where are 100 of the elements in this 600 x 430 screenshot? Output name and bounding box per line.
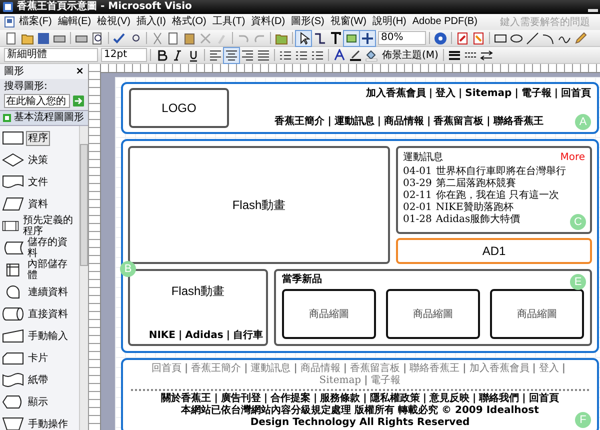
help-search-field[interactable]: 鍵入需要解答的問題 bbox=[500, 16, 596, 28]
nav-link[interactable]: 運動訊息 bbox=[334, 116, 374, 128]
news-item[interactable]: Adidas服飾大特價 bbox=[436, 214, 520, 226]
category-link[interactable]: NIKE bbox=[148, 330, 176, 342]
shape-label[interactable]: 顯示 bbox=[26, 394, 50, 410]
news-item[interactable]: 第二屆落跑杯競賽 bbox=[436, 178, 516, 190]
scrollbar-thumb[interactable] bbox=[80, 144, 88, 266]
minimize-button[interactable] bbox=[588, 8, 598, 12]
header-link[interactable]: 電子報 bbox=[521, 88, 552, 100]
document-icon[interactable] bbox=[4, 16, 16, 28]
help-icon[interactable] bbox=[433, 30, 448, 46]
line-tool-icon[interactable] bbox=[525, 30, 540, 46]
menu-item[interactable]: 資料(D) bbox=[248, 15, 288, 29]
news-item[interactable]: 世界杯自行車即將在台灣舉行 bbox=[436, 166, 566, 178]
footer-link[interactable]: 香蕉王簡介 bbox=[191, 363, 242, 375]
theme-button[interactable]: 佈景主題(M) bbox=[380, 48, 440, 62]
line-color-icon[interactable] bbox=[348, 48, 363, 62]
shape-label[interactable]: 內部儲存體 bbox=[26, 257, 79, 283]
footer-link[interactable]: 聯絡我們 bbox=[479, 393, 520, 405]
nav-link[interactable]: 商品情報 bbox=[384, 116, 424, 128]
justify-icon[interactable] bbox=[256, 48, 271, 62]
diamond-shape-icon[interactable] bbox=[2, 153, 24, 167]
align-center-icon[interactable] bbox=[224, 48, 239, 62]
pointer-tool-icon[interactable] bbox=[296, 30, 311, 46]
display-shape-icon[interactable] bbox=[2, 395, 24, 409]
header-link[interactable]: 回首頁 bbox=[561, 88, 591, 100]
footer-link[interactable]: Sitemap bbox=[319, 375, 362, 387]
pan-zoom-icon[interactable] bbox=[360, 30, 375, 46]
cylinder-shape-icon[interactable] bbox=[2, 307, 24, 321]
menu-item[interactable]: 插入(I) bbox=[133, 15, 169, 29]
font-color-icon[interactable] bbox=[332, 48, 347, 62]
stored-data-icon[interactable] bbox=[2, 241, 24, 255]
pdf-icon[interactable] bbox=[471, 30, 486, 46]
shape-label[interactable]: 直接資料 bbox=[26, 306, 70, 322]
shape-label[interactable]: 資料 bbox=[26, 196, 50, 212]
header-link[interactable]: 登入 bbox=[436, 88, 456, 100]
footer-link[interactable]: 回首頁 bbox=[528, 393, 559, 405]
shape-label[interactable]: 手動操作 bbox=[26, 416, 70, 430]
footer-link[interactable]: 運動訊息 bbox=[250, 363, 291, 375]
document-shape-icon[interactable] bbox=[2, 175, 24, 189]
header-link[interactable]: Sitemap bbox=[465, 88, 512, 100]
save-icon[interactable] bbox=[36, 30, 51, 46]
connector-tool-icon[interactable] bbox=[312, 30, 327, 46]
fill-tool-icon[interactable] bbox=[344, 30, 359, 46]
menu-item[interactable]: 格式(O) bbox=[168, 15, 210, 29]
footer-link[interactable]: 聯絡香蕉王 bbox=[410, 363, 460, 375]
header-link[interactable]: 加入香蕉會員 bbox=[366, 88, 426, 100]
footer-link[interactable]: 廣告刊登 bbox=[220, 393, 261, 405]
footer-link[interactable]: 加入香蕉會員 bbox=[469, 363, 530, 375]
more-link[interactable]: More bbox=[560, 151, 585, 164]
category-link[interactable]: 自行車 bbox=[233, 330, 263, 342]
spelling-icon[interactable] bbox=[112, 30, 127, 46]
text-tool-icon[interactable] bbox=[328, 30, 343, 46]
category-link[interactable]: Adidas bbox=[185, 330, 224, 342]
parallelogram-shape-icon[interactable] bbox=[2, 197, 24, 211]
footer-link[interactable]: 回首頁 bbox=[151, 363, 182, 375]
card-shape-icon[interactable] bbox=[2, 351, 24, 365]
menu-item[interactable]: 編輯(E) bbox=[54, 15, 94, 29]
process-shape-icon[interactable] bbox=[2, 131, 24, 145]
footer-link[interactable]: 電子報 bbox=[370, 375, 401, 387]
footer-link[interactable]: 商品情報 bbox=[300, 363, 340, 375]
footer-link[interactable]: 登入 bbox=[538, 363, 559, 375]
align-left-icon[interactable] bbox=[208, 48, 223, 62]
go-arrow-button[interactable] bbox=[73, 95, 84, 107]
shape-label[interactable]: 文件 bbox=[26, 174, 50, 190]
align-right-icon[interactable] bbox=[240, 48, 255, 62]
zoom-dropdown[interactable]: 80% bbox=[378, 31, 426, 45]
nav-link[interactable]: 香蕉王簡介 bbox=[274, 116, 325, 128]
menu-item[interactable]: 視窗(W) bbox=[327, 15, 370, 29]
news-item[interactable]: NIKE贊助落跑杯 bbox=[436, 202, 514, 214]
pdf-icon[interactable] bbox=[455, 30, 470, 46]
scrollbar[interactable] bbox=[79, 126, 88, 430]
footer-link[interactable]: 關於香蕉王 bbox=[161, 393, 212, 405]
menu-item[interactable]: 檔案(F) bbox=[16, 15, 55, 29]
manual-input-icon[interactable] bbox=[2, 329, 24, 343]
shape-label[interactable]: 程序 bbox=[26, 130, 50, 146]
footer-link[interactable]: 隱私權政策 bbox=[370, 393, 420, 405]
footer-link[interactable]: 合作提案 bbox=[270, 393, 311, 405]
fill-color-icon[interactable] bbox=[364, 48, 379, 62]
footer-link[interactable]: 意見反映 bbox=[429, 393, 470, 405]
menu-item[interactable]: Adobe PDF(B) bbox=[409, 15, 480, 29]
predefined-process-icon[interactable] bbox=[2, 219, 19, 233]
nav-link[interactable]: 香蕉留言板 bbox=[434, 116, 484, 128]
shape-label[interactable]: 紙帶 bbox=[26, 372, 50, 388]
menu-item[interactable]: 工具(T) bbox=[209, 15, 248, 29]
shape-label[interactable]: 決策 bbox=[26, 152, 50, 168]
nav-link[interactable]: 聯絡香蕉王 bbox=[493, 116, 544, 128]
stencil-header[interactable]: 基本流程圖圖形 bbox=[0, 110, 88, 126]
shape-search-field[interactable]: 在此輸入您的 bbox=[4, 94, 70, 108]
font-dropdown[interactable]: 新細明體 bbox=[4, 48, 98, 62]
news-item[interactable]: 你在跑，我在追 只有這一次 bbox=[436, 190, 560, 202]
shape-label[interactable]: 卡片 bbox=[26, 350, 50, 366]
menu-item[interactable]: 說明(H) bbox=[370, 15, 410, 29]
footer-link[interactable]: 服務條款 bbox=[320, 393, 360, 405]
tape-shape-icon[interactable] bbox=[2, 373, 24, 387]
line-ends-icon[interactable] bbox=[479, 48, 494, 62]
font-size-dropdown[interactable]: 12pt bbox=[101, 48, 147, 62]
menu-item[interactable]: 圖形(S) bbox=[288, 15, 328, 29]
trapezoid-shape-icon[interactable] bbox=[2, 417, 24, 430]
paste-icon[interactable] bbox=[182, 30, 197, 46]
